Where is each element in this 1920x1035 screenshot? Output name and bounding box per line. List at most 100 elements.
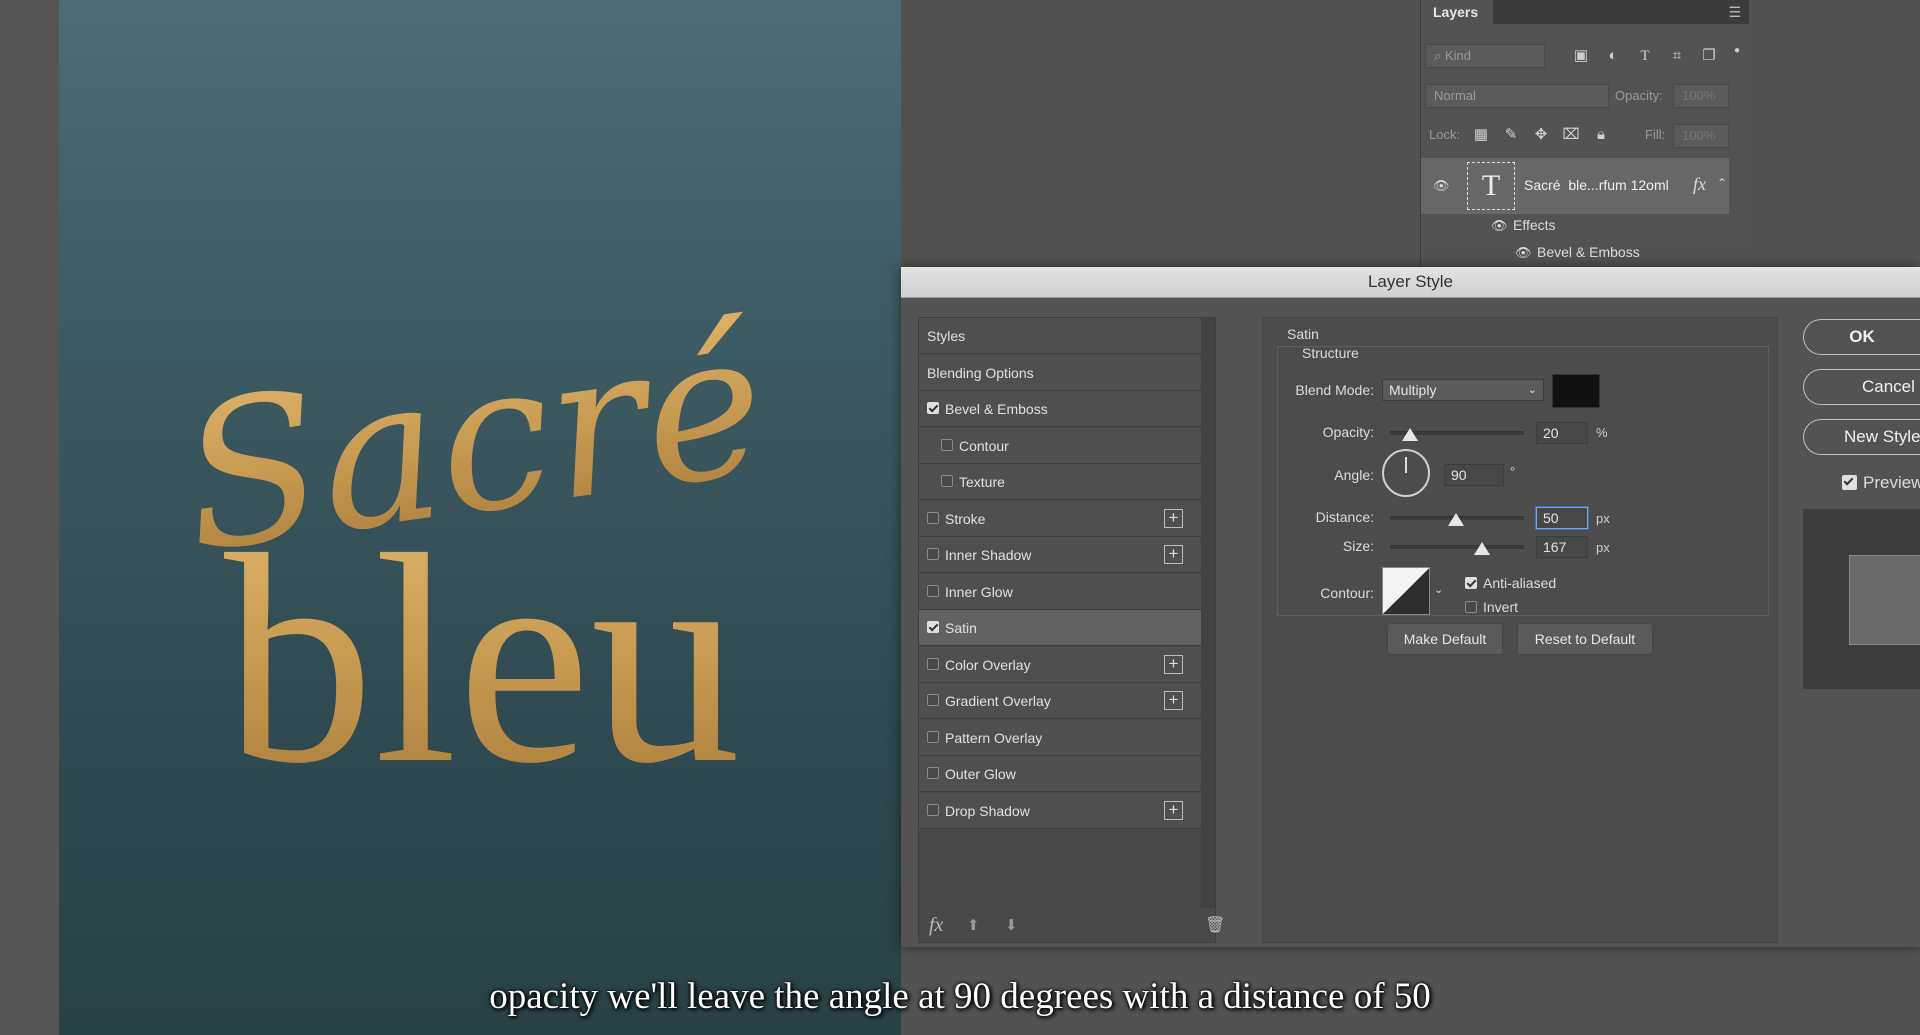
- style-item-label: Color Overlay: [945, 656, 1031, 673]
- move-up-icon[interactable]: ⬆: [967, 916, 980, 934]
- blend-mode-select[interactable]: Multiply ⌄: [1382, 379, 1544, 401]
- fill-field[interactable]: 100%: [1673, 124, 1729, 148]
- delete-effect-icon[interactable]: 🗑︎: [1205, 915, 1225, 935]
- style-item-label: Satin: [945, 620, 977, 636]
- effects-eye-icon[interactable]: 👁︎: [1491, 218, 1508, 234]
- style-checkbox[interactable]: [941, 438, 953, 451]
- style-checkbox[interactable]: [927, 511, 939, 524]
- lock-artboard-icon[interactable]: ⌧: [1561, 124, 1581, 146]
- size-input[interactable]: 167: [1536, 536, 1588, 558]
- layer-row-text[interactable]: 👁︎ T Sacré ble...rfum 12oml fx ⌃: [1421, 158, 1729, 214]
- satin-panel: Satin Structure Blend Mode: Multiply ⌄ O…: [1262, 317, 1778, 943]
- size-slider-track[interactable]: [1390, 545, 1524, 549]
- add-instance-plus-icon[interactable]: +: [1164, 654, 1183, 674]
- style-item[interactable]: Gradient Overlay +: [919, 683, 1201, 719]
- filter-shape-icon[interactable]: ⌗: [1667, 45, 1687, 67]
- filter-adjustment-icon[interactable]: ◐: [1603, 45, 1623, 67]
- effects-label[interactable]: Effects: [1513, 217, 1556, 233]
- style-checkbox[interactable]: [941, 475, 953, 487]
- styles-footer: fx ⬆ ⬇ 🗑︎: [919, 908, 1225, 942]
- filter-toggle-icon[interactable]: ●: [1727, 40, 1747, 62]
- style-item[interactable]: Pattern Overlay: [919, 719, 1201, 756]
- opacity-input[interactable]: 20: [1536, 422, 1588, 444]
- lock-transparent-icon[interactable]: ▦: [1471, 124, 1491, 146]
- dialog-title[interactable]: Layer Style: [901, 267, 1920, 298]
- ok-button[interactable]: OK: [1803, 319, 1920, 355]
- style-item[interactable]: Blending Options: [919, 354, 1201, 391]
- layer-style-dialog: Layer Style Styles Blending Options Bevel …: [901, 267, 1920, 947]
- contour-label: Contour:: [1320, 585, 1374, 601]
- contour-picker[interactable]: [1382, 567, 1430, 615]
- add-instance-plus-icon[interactable]: +: [1164, 545, 1183, 564]
- style-item[interactable]: Inner Shadow +: [919, 537, 1201, 573]
- style-item[interactable]: Drop Shadow +: [919, 792, 1201, 829]
- layer-blend-mode-select[interactable]: Normal: [1425, 84, 1609, 108]
- preview-checkbox[interactable]: [1842, 475, 1857, 490]
- invert-checkbox[interactable]: [1465, 601, 1477, 613]
- panel-menu-icon[interactable]: ☰: [1728, 4, 1741, 21]
- style-item[interactable]: Color Overlay +: [919, 646, 1201, 683]
- style-item-label: Inner Shadow: [945, 547, 1032, 563]
- style-item[interactable]: Texture: [919, 464, 1201, 500]
- style-item[interactable]: Satin: [919, 610, 1201, 646]
- lock-all-icon[interactable]: 🔒︎: [1591, 124, 1611, 146]
- angle-input[interactable]: 90: [1444, 464, 1504, 486]
- style-item[interactable]: Bevel & Emboss: [919, 391, 1201, 427]
- style-checkbox[interactable]: [927, 548, 939, 560]
- style-item[interactable]: Inner Glow: [919, 573, 1201, 610]
- layer-opacity-field[interactable]: 100%: [1673, 84, 1729, 108]
- cancel-button[interactable]: Cancel: [1803, 369, 1920, 405]
- add-instance-plus-icon[interactable]: +: [1164, 800, 1183, 820]
- workspace-background: [0, 0, 59, 1035]
- effect-bevel-emboss[interactable]: Bevel & Emboss: [1537, 244, 1640, 260]
- style-checkbox[interactable]: [927, 803, 939, 816]
- anti-aliased-checkbox[interactable]: [1465, 577, 1477, 589]
- lock-position-icon[interactable]: ✥: [1531, 124, 1551, 146]
- distance-input[interactable]: 50: [1536, 507, 1588, 529]
- style-checkbox[interactable]: [927, 402, 939, 414]
- document-canvas[interactable]: Sacré bleu: [59, 0, 901, 1035]
- style-checkbox[interactable]: [927, 730, 939, 743]
- distance-slider-thumb[interactable]: [1448, 513, 1464, 526]
- layer-name[interactable]: Sacré ble...rfum 12oml: [1524, 177, 1669, 193]
- styles-scrollbar[interactable]: [1201, 318, 1215, 908]
- style-item-label: Gradient Overlay: [945, 693, 1051, 709]
- bevel-eye-icon[interactable]: 👁︎: [1515, 245, 1532, 261]
- new-style-button[interactable]: New Style...: [1803, 419, 1920, 455]
- collapse-effects-icon[interactable]: ⌃: [1717, 176, 1727, 190]
- move-down-icon[interactable]: ⬇: [1005, 916, 1018, 934]
- style-item[interactable]: Outer Glow: [919, 756, 1201, 792]
- filter-smart-object-icon[interactable]: ❐: [1699, 45, 1719, 67]
- style-item[interactable]: Contour: [919, 427, 1201, 464]
- invert-label: Invert: [1483, 599, 1519, 615]
- reset-to-default-button[interactable]: Reset to Default: [1517, 623, 1653, 655]
- style-item-label: Outer Glow: [945, 766, 1016, 782]
- contour-chevron-down-icon[interactable]: ⌄: [1434, 583, 1443, 596]
- size-slider-thumb[interactable]: [1474, 542, 1490, 555]
- styles-list: Styles Blending Options Bevel & Emboss Cont…: [918, 317, 1225, 943]
- add-instance-plus-icon[interactable]: +: [1164, 508, 1183, 528]
- style-checkbox[interactable]: [927, 584, 939, 597]
- style-checkbox[interactable]: [927, 694, 939, 706]
- style-checkbox[interactable]: [927, 767, 939, 779]
- add-instance-plus-icon[interactable]: +: [1164, 691, 1183, 710]
- satin-color-swatch[interactable]: [1552, 374, 1600, 408]
- style-item[interactable]: Stroke +: [919, 500, 1201, 537]
- artwork: Sacré bleu: [169, 286, 778, 825]
- angle-dial[interactable]: [1382, 449, 1430, 497]
- size-unit: px: [1596, 540, 1610, 555]
- style-item[interactable]: Styles: [919, 318, 1201, 354]
- add-effect-fx-icon[interactable]: fx: [929, 914, 943, 937]
- layer-filter-kind[interactable]: ⌕ Kind: [1425, 44, 1545, 68]
- fx-icon[interactable]: fx: [1693, 174, 1706, 195]
- angle-label: Angle:: [1334, 467, 1374, 483]
- opacity-slider-thumb[interactable]: [1402, 428, 1418, 441]
- lock-image-icon[interactable]: ✎: [1501, 124, 1521, 146]
- filter-pixel-icon[interactable]: ▣: [1571, 45, 1591, 67]
- visibility-eye-icon[interactable]: 👁︎: [1433, 178, 1450, 194]
- style-checkbox[interactable]: [927, 657, 939, 670]
- style-checkbox[interactable]: [927, 621, 939, 633]
- tab-layers[interactable]: Layers: [1421, 0, 1493, 24]
- filter-type-icon[interactable]: T: [1635, 45, 1655, 67]
- make-default-button[interactable]: Make Default: [1387, 623, 1503, 655]
